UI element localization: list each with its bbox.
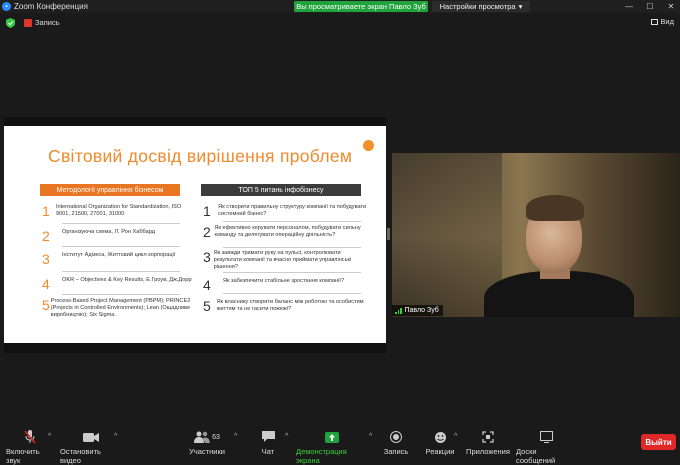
audio-options-caret-icon[interactable]: ^ — [48, 433, 51, 440]
recording-indicator[interactable]: Запись — [24, 18, 60, 27]
right-list-item: 3 Як завжди тримати руку на пульсі, конт… — [203, 249, 352, 270]
participant-video[interactable] — [392, 153, 680, 317]
window-title: Zoom Конференция — [14, 2, 88, 11]
slide-title: Світовий досвід вирішення проблем — [48, 146, 353, 166]
left-list-item: 2 Організуюча схема, Л. Рон Хаббард — [42, 228, 155, 244]
stop-video-button[interactable]: Остановить видео — [60, 430, 122, 465]
participants-icon: 63 — [194, 430, 220, 444]
chat-bubble-icon — [261, 430, 275, 444]
security-shield-icon[interactable] — [6, 18, 15, 28]
unmute-label: Включить звук — [6, 447, 40, 465]
divider — [223, 272, 361, 273]
chat-label: Чат — [261, 447, 275, 456]
divider — [62, 294, 180, 295]
video-camera-icon — [83, 430, 99, 444]
reactions-label: Реакции — [425, 447, 455, 456]
whiteboard-icon — [539, 430, 553, 444]
minimize-icon[interactable]: — — [620, 0, 638, 13]
view-button[interactable]: Вид — [651, 17, 674, 26]
close-icon[interactable]: ✕ — [662, 0, 680, 13]
unmute-button[interactable]: Включить звук — [6, 430, 54, 465]
divider — [223, 293, 361, 294]
grid-view-icon — [651, 18, 659, 25]
right-list-item: 4 Як забезпечити стабільне зростання ком… — [203, 277, 344, 293]
participant-name: Павло Зуб — [404, 307, 439, 314]
left-list-item: 5 Process-Based Project Management (PBPM… — [42, 297, 191, 318]
left-list-item: 3 Інститут Адізеса, Життєвий цикл корпор… — [42, 251, 176, 267]
zoom-logo-icon: ▪ — [2, 2, 11, 11]
maximize-icon[interactable]: ☐ — [641, 0, 659, 13]
smiley-face-icon — [434, 430, 447, 444]
chevron-down-icon: ▾ — [518, 2, 523, 11]
meeting-topbar — [0, 13, 680, 33]
left-list-item: 1 International Organization for Standar… — [42, 203, 182, 219]
view-options-button[interactable]: Настройки просмотра ▾ — [432, 1, 530, 12]
view-options-label: Настройки просмотра — [439, 2, 516, 11]
left-column-header: Методології управління бізнесом — [40, 184, 180, 196]
share-options-caret-icon[interactable]: ^ — [369, 433, 372, 440]
recording-label: Запись — [35, 18, 60, 27]
view-label: Вид — [660, 17, 674, 26]
divider — [62, 271, 180, 272]
participants-label: Участники — [189, 447, 225, 456]
share-screen-button[interactable]: Демонстрация экрана — [296, 430, 368, 465]
chat-button[interactable]: Чат — [258, 430, 278, 456]
record-icon — [390, 430, 402, 444]
muted-microphone-icon — [24, 430, 36, 444]
recording-icon — [24, 18, 32, 27]
video-options-caret-icon[interactable]: ^ — [114, 433, 117, 440]
right-column-header: ТОП 5 питань інфобізнесу — [201, 184, 361, 196]
whiteboards-button[interactable]: Доски сообщений — [516, 430, 576, 465]
company-logo-icon — [363, 140, 374, 151]
participant-name-tag: Павло Зуб — [392, 305, 443, 316]
apps-button[interactable]: Приложения — [466, 430, 510, 456]
whiteboards-label: Доски сообщений — [516, 447, 556, 465]
participant-hair — [526, 195, 584, 221]
apps-label: Приложения — [466, 447, 510, 456]
participants-count: 63 — [212, 433, 220, 441]
shared-screen-slide: Світовий досвід вирішення проблем Методо… — [4, 117, 386, 353]
reactions-options-caret-icon[interactable]: ^ — [454, 433, 457, 440]
signal-strength-icon — [395, 307, 402, 314]
divider — [62, 223, 180, 224]
right-list-item: 5 Як власнику створити баланс між робото… — [203, 298, 364, 314]
record-button[interactable]: Запись — [382, 430, 410, 456]
right-list-item: 2 Як ефективно керувати персоналом, побу… — [203, 224, 361, 240]
divider — [223, 247, 361, 248]
divider — [223, 221, 361, 222]
share-screen-icon — [325, 430, 339, 444]
apps-icon — [482, 430, 494, 444]
left-list-item: 4 OKR – Objectives & Key Results, Е.Гроу… — [42, 276, 192, 292]
participants-options-caret-icon[interactable]: ^ — [234, 433, 237, 440]
divider — [62, 246, 180, 247]
stop-video-label: Остановить видео — [60, 447, 101, 465]
resize-handle[interactable] — [387, 228, 390, 240]
right-list-item: 1 Як створити правильну структуру компан… — [203, 203, 367, 219]
leave-button[interactable]: Выйти — [641, 434, 676, 450]
record-label: Запись — [383, 447, 409, 456]
chat-options-caret-icon[interactable]: ^ — [285, 433, 288, 440]
share-screen-label: Демонстрация экрана — [296, 447, 347, 465]
reactions-button[interactable]: Реакции — [425, 430, 455, 456]
participants-button[interactable]: 63 Участники — [186, 430, 228, 456]
viewing-share-banner: Вы просматриваете экран Павло Зуб — [294, 1, 428, 12]
